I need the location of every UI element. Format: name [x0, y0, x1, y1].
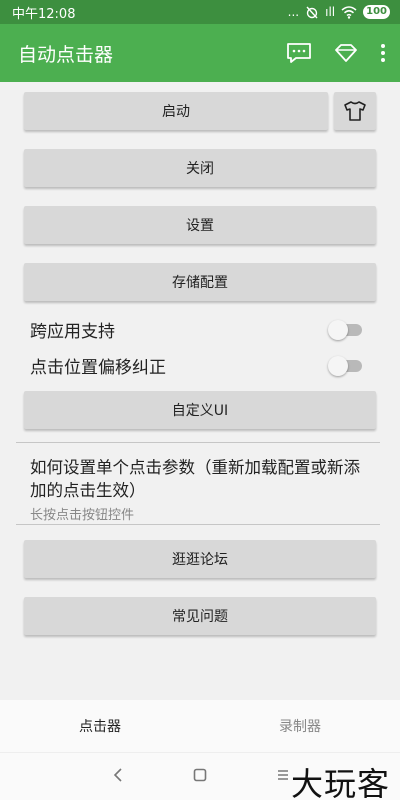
custom-ui-button[interactable]: 自定义UI [24, 391, 376, 429]
status-time: 中午12:08 [12, 6, 76, 22]
message-icon[interactable] [286, 42, 312, 64]
home-icon[interactable] [193, 767, 207, 787]
alarm-off-icon [306, 6, 318, 19]
status-icons: ... ıll 100 [288, 5, 390, 19]
divider-top [16, 442, 380, 443]
status-dots: ... [287, 5, 300, 19]
app-bar: 自动点击器 [0, 24, 400, 82]
signal-icon: ıll [325, 5, 336, 19]
save-config-button[interactable]: 存储配置 [24, 263, 376, 301]
divider-bottom [16, 524, 380, 525]
offset-fix-switch[interactable] [328, 355, 362, 376]
tab-clicker[interactable]: 点击器 [0, 700, 200, 752]
click-params-title: 如何设置单个点击参数（重新加载配置或新添加的点击生效） [30, 458, 360, 500]
offset-fix-toggle-row: 点击位置偏移纠正 [30, 350, 362, 380]
shirt-icon [344, 101, 366, 121]
theme-button[interactable] [334, 92, 376, 130]
bottom-nav: 点击器 录制器 [0, 700, 400, 752]
app-actions [286, 42, 386, 64]
diamond-icon[interactable] [334, 43, 358, 63]
cross-app-toggle-row: 跨应用支持 [30, 314, 362, 344]
battery-indicator: 100 [363, 5, 390, 19]
forum-button[interactable]: 逛逛论坛 [24, 540, 376, 578]
status-bar: 中午12:08 ... ıll 100 [0, 0, 400, 24]
app-title: 自动点击器 [18, 43, 114, 66]
faq-button[interactable]: 常见问题 [24, 597, 376, 635]
recents-icon[interactable] [276, 767, 290, 787]
settings-button[interactable]: 设置 [24, 206, 376, 244]
close-button[interactable]: 关闭 [24, 149, 376, 187]
tab-recorder[interactable]: 录制器 [200, 700, 400, 752]
wifi-icon [341, 5, 357, 19]
cross-app-label: 跨应用支持 [30, 321, 115, 342]
system-nav-bar: 大玩客 [0, 752, 400, 800]
click-params-subtitle: 长按点击按钮控件 [30, 508, 135, 523]
offset-fix-label: 点击位置偏移纠正 [30, 357, 166, 378]
main-content: 启动 关闭 设置 存储配置 跨应用支持 点击位置偏移纠正 自定义UI 如何设置单… [0, 82, 400, 700]
click-params-help[interactable]: 如何设置单个点击参数（重新加载配置或新添加的点击生效） 长按点击按钮控件 [30, 456, 370, 523]
cross-app-switch[interactable] [328, 319, 362, 340]
watermark-logo: 大玩客 [290, 765, 390, 800]
more-options-icon[interactable] [380, 43, 386, 63]
start-button[interactable]: 启动 [24, 92, 328, 130]
back-icon[interactable] [112, 767, 124, 787]
